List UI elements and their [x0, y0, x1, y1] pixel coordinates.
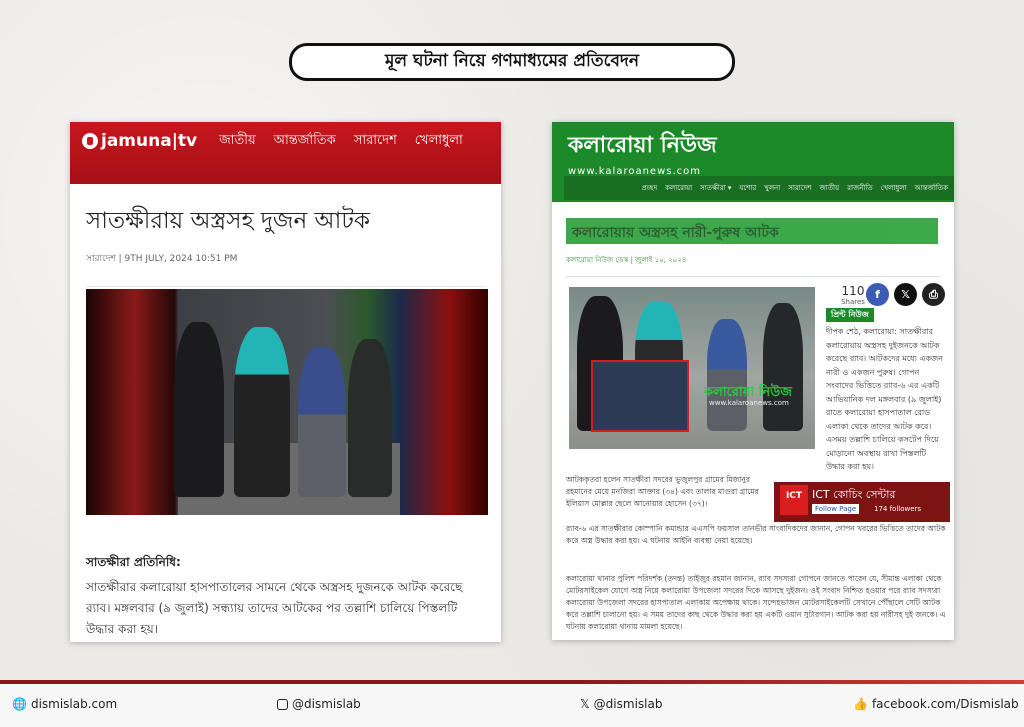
headline-text: মূল ঘটনা নিয়ে গণমাধ্যমের প্রতিবেদন: [384, 51, 640, 71]
jamuna-article-card: jamuna|tv জাতীয় আন্তর্জাতিক সারাদেশ খেল…: [70, 122, 501, 642]
kalaroa-paragraph: র‍্যাব-৬ এর সাতক্ষীরার কোম্পানি কমান্ডার…: [566, 524, 946, 545]
jamuna-logo[interactable]: jamuna|tv: [82, 131, 197, 151]
person-figure: [707, 319, 747, 431]
follow-page-button[interactable]: Follow Page: [812, 504, 860, 514]
headline-pill: মূল ঘটনা নিয়ে গণমাধ্যমের প্রতিবেদন: [289, 43, 735, 81]
kalaroa-nav-item[interactable]: জাতীয়: [819, 182, 839, 194]
kalaroa-nav-item[interactable]: সাতক্ষীরা ▾: [700, 182, 731, 194]
jamuna-nav-item[interactable]: জাতীয়: [219, 131, 256, 152]
kalaroa-paragraph: আটককৃতরা হলেন সাতক্ষীরা সদরের ভুজুলপুর গ…: [566, 475, 759, 508]
person-figure: [174, 322, 224, 497]
share-count: 110: [841, 284, 865, 298]
footer-facebook[interactable]: 👍 facebook.com/Dismislab: [853, 697, 1019, 711]
print-news-button[interactable]: প্রিন্ট নিউজ: [826, 308, 874, 322]
kalaroa-nav-item[interactable]: প্রচ্ছদ: [642, 182, 658, 194]
jamuna-byline: সাতক্ষীরা প্রতিনিধি:: [86, 555, 181, 569]
kalaroa-nav-item[interactable]: খেলাধুলা: [881, 182, 907, 194]
person-figure: [348, 339, 392, 497]
kalaroa-nav: প্রচ্ছদ কলারোয়া সাতক্ষীরা ▾ যশোর খুলনা …: [564, 176, 954, 200]
divider: [86, 286, 485, 287]
person-figure: [298, 347, 346, 497]
footer-facebook-text: facebook.com/Dismislab: [871, 697, 1019, 711]
followers-count: 174 followers: [874, 505, 922, 513]
x-share-icon[interactable]: 𝕏: [894, 283, 917, 306]
kalaroa-nav-item[interactable]: রাজনীতি: [847, 182, 873, 194]
jamuna-article-body: সাতক্ষীরার কলারোয়া হাসপাতালের সামনে থেক…: [86, 580, 463, 636]
jamuna-nav-item[interactable]: আন্তর্জাতিক: [274, 131, 336, 152]
person-figure: [234, 327, 290, 497]
kalaroa-logo[interactable]: কলারোয়া নিউজ: [568, 128, 938, 165]
kalaroa-paragraph: কলারোয়া থানার পুলিশ পরিদর্শক (তদন্ত) তা…: [566, 574, 946, 631]
footer-instagram-text: @dismislab: [292, 697, 361, 711]
kalaroa-lead-text: দীপক শেঠ, কলারোয়া: সাতক্ষীরার কলারোয়ায…: [826, 327, 943, 471]
jamuna-header: jamuna|tv জাতীয় আন্তর্জাতিক সারাদেশ খেল…: [70, 122, 501, 184]
globe-icon: 🌐: [12, 697, 27, 711]
jamuna-logo-icon: [82, 133, 98, 149]
kalaroa-article-card: কলারোয়া নিউজ www.kalaroanews.com প্রচ্ছ…: [552, 122, 954, 640]
footer-web-text: dismislab.com: [30, 697, 118, 711]
divider: [566, 276, 940, 277]
thumbs-up-icon: 👍: [853, 697, 868, 711]
photo-watermark-url: www.kalaroanews.com: [709, 399, 789, 407]
ict-ad-banner[interactable]: ICT ICT কোচিং সেন্টার Follow Page 174 fo…: [774, 482, 950, 522]
jamuna-logo-text: jamuna|tv: [101, 131, 198, 151]
footer-instagram[interactable]: @dismislab: [277, 697, 361, 711]
kalaroa-nav-item[interactable]: কলারোয়া: [665, 182, 692, 194]
ict-ad-title: ICT কোচিং সেন্টার: [812, 488, 896, 501]
jamuna-nav-item[interactable]: সারাদেশ: [354, 131, 397, 152]
kalaroa-nav-item[interactable]: সারাদেশ: [788, 182, 811, 194]
kalaroa-article-meta: কলারোয়া নিউজ ডেস্ক | জুলাই ১০, ২০২৪: [566, 256, 687, 264]
facebook-share-icon[interactable]: f: [866, 283, 889, 306]
kalaroa-article-title: কলারোয়ায় অস্ত্রসহ নারী-পুরুষ আটক: [566, 218, 938, 244]
kalaroa-article-photo: কলারোয়া নিউজ www.kalaroanews.com: [569, 287, 815, 449]
jamuna-article-meta: সারাদেশ | 9TH JULY, 2024 10:51 PM: [86, 254, 238, 264]
jamuna-nav: জাতীয় আন্তর্জাতিক সারাদেশ খেলাধুলা: [219, 131, 463, 152]
ict-logo: ICT: [780, 485, 808, 515]
instagram-icon: [277, 698, 288, 710]
jamuna-article-photo: [86, 289, 488, 515]
footer-x-text: @dismislab: [593, 697, 663, 711]
share-label: Shares: [841, 298, 865, 306]
x-icon: 𝕏: [580, 697, 590, 711]
pistol-inset-photo: [591, 360, 689, 432]
person-figure: [763, 303, 803, 431]
print-icon[interactable]: ⎙: [922, 283, 945, 306]
footer: 🌐 dismislab.com @dismislab 𝕏 @dismislab …: [0, 684, 1024, 727]
kalaroa-nav-item[interactable]: যশোর: [739, 182, 756, 194]
jamuna-article-title: সাতক্ষীরায় অস্ত্রসহ দুজন আটক: [86, 208, 370, 234]
footer-web[interactable]: 🌐 dismislab.com: [12, 697, 117, 711]
kalaroa-nav-item[interactable]: খুলনা: [764, 182, 780, 194]
kalaroa-nav-item[interactable]: আন্তর্জাতিক: [915, 182, 948, 194]
footer-x[interactable]: 𝕏 @dismislab: [580, 697, 662, 711]
jamuna-nav-item[interactable]: খেলাধুলা: [415, 131, 463, 152]
